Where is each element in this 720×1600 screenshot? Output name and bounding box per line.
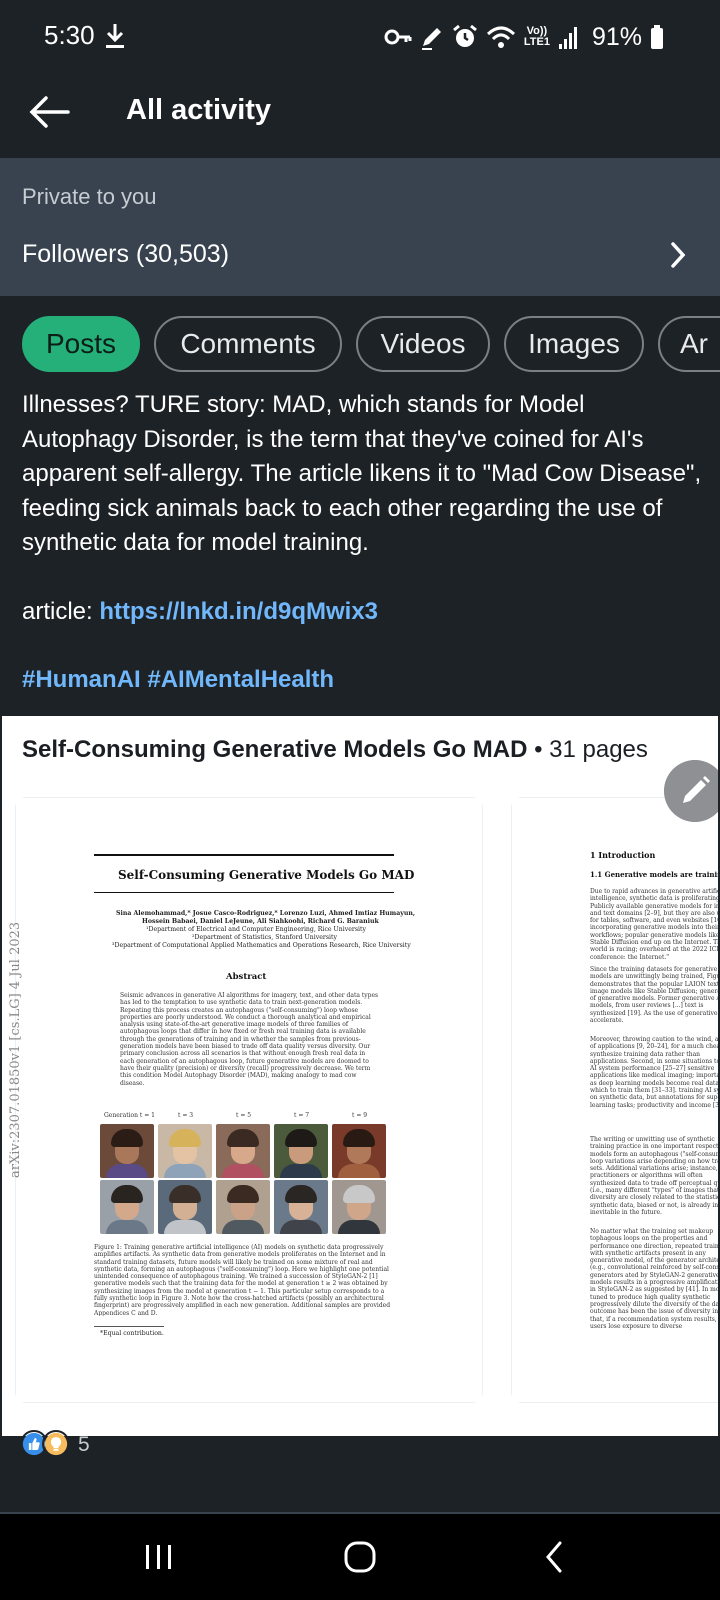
private-panel: Private to you Followers (30,503) [0, 158, 720, 296]
intro-paragraph-2: Since the training datasets for generati… [590, 966, 718, 1025]
battery-percent: 91% [591, 22, 642, 51]
intro-paragraph-5: No matter what the training set makeup t… [590, 1228, 718, 1330]
face-image [274, 1124, 328, 1178]
battery-icon [651, 25, 663, 49]
chip-posts[interactable]: Posts [22, 316, 140, 372]
followers-count: Followers (30,503) [22, 240, 230, 268]
post-body: Illnesses? TURE story: MAD, which stands… [22, 391, 702, 556]
intro-heading: 1 Introduction [590, 850, 656, 860]
pen-icon [421, 28, 441, 50]
system-nav-bar [0, 1514, 720, 1600]
face-image [158, 1180, 212, 1234]
chevron-right-icon [671, 242, 686, 268]
abstract-text: Seismic advances in generative AI algori… [120, 992, 379, 1087]
home-icon[interactable] [336, 1534, 386, 1580]
face-image [274, 1180, 328, 1234]
intro-paragraph-4: The writing or unwitting use of syntheti… [590, 1136, 718, 1216]
status-bar: 5:30 Vo)) LTE1 91% [0, 0, 720, 74]
face-image [332, 1124, 386, 1178]
face-image [216, 1180, 270, 1234]
article-link[interactable]: https://lnkd.in/d9qMwix3 [99, 598, 378, 625]
app-header: All activity [0, 74, 720, 158]
page-2-sheet: 1 Introduction 1.1 Generative models are… [512, 798, 718, 1402]
alarm-icon [452, 24, 477, 47]
signal-icon [558, 27, 577, 49]
intro-subheading: 1.1 Generative models are training on [590, 870, 718, 879]
document-page-1[interactable]: Self-Consuming Generative Models Go MAD … [8, 798, 482, 1402]
footnote: *Equal contribution. [100, 1330, 164, 1337]
footnote-rule [94, 1326, 164, 1327]
hashtags[interactable]: #HumanAI #AIMentalHealth [22, 666, 334, 694]
article-prefix: article: [22, 598, 100, 625]
gen-label-3: t = 3 [178, 1112, 194, 1119]
page-title: All activity [126, 94, 272, 126]
document-title: Self-Consuming Generative Models Go MAD [22, 736, 528, 763]
paper-affil-1: ¹Department of Electrical and Computer E… [146, 926, 366, 933]
face-image [216, 1124, 270, 1178]
abstract-heading: Abstract [226, 972, 267, 982]
gen-label-9: t = 9 [352, 1112, 368, 1119]
arxiv-identifier: arXiv:2307.01850v1 [cs.LG] 4 Jul 2023 [8, 921, 23, 1178]
chip-comments[interactable]: Comments [154, 316, 342, 372]
status-time: 5:30 [44, 20, 95, 50]
face-image [332, 1180, 386, 1234]
volte-indicator: Vo)) LTE1 [524, 26, 550, 48]
face-image [158, 1124, 212, 1178]
gen-label-7: t = 7 [294, 1112, 310, 1119]
download-icon [106, 24, 124, 48]
paper-affil-3: ³Department of Computational Applied Mat… [112, 942, 411, 949]
back-icon[interactable] [532, 1534, 582, 1580]
title-rule-top [94, 854, 394, 856]
key-icon [384, 29, 412, 45]
page-1-sheet: Self-Consuming Generative Models Go MAD … [8, 798, 482, 1402]
status-icons: Vo)) LTE1 91% [384, 22, 664, 52]
filter-chips: Posts Comments Videos Images Ar [0, 316, 720, 376]
private-label: Private to you [22, 184, 157, 209]
followers-row[interactable]: Followers (30,503) [0, 226, 720, 286]
face-image [100, 1180, 154, 1234]
document-page-count: • 31 pages [527, 736, 648, 763]
document-page-2[interactable]: 1 Introduction 1.1 Generative models are… [512, 798, 718, 1402]
intro-paragraph-1: Due to rapid advances in generative arti… [590, 888, 718, 961]
document-title-row: Self-Consuming Generative Models Go MAD … [22, 736, 648, 764]
gen-label-5: t = 5 [236, 1112, 252, 1119]
lte-label: LTE1 [523, 36, 550, 48]
back-arrow-icon[interactable] [28, 90, 72, 134]
chip-videos[interactable]: Videos [356, 316, 490, 372]
edit-pencil-icon[interactable] [664, 760, 718, 822]
reaction-count: 5 [78, 1433, 90, 1456]
article-line: article: https://lnkd.in/d9qMwix3 [22, 598, 378, 626]
document-card[interactable]: Self-Consuming Generative Models Go MAD … [2, 716, 718, 1436]
recent-apps-icon[interactable] [134, 1534, 184, 1580]
paper-title: Self-Consuming Generative Models Go MAD [118, 868, 415, 882]
chip-articles[interactable]: Ar [658, 316, 720, 372]
insightful-reaction-icon [42, 1430, 70, 1458]
title-rule-bottom [94, 892, 394, 893]
paper-authors-1: Sina Alemohammad,* Josue Casco-Rodriguez… [116, 910, 415, 917]
paper-authors-2: Hossein Babaei, Daniel LeJeune, Ali Siah… [142, 918, 379, 925]
gen-label-1: Generation t = 1 [104, 1112, 155, 1119]
chip-images[interactable]: Images [504, 316, 644, 372]
figure-caption: Figure 1: Training generative artificial… [94, 1244, 391, 1316]
paper-affil-2: ²Department of Statistics, Stanford Univ… [192, 934, 337, 941]
intro-paragraph-3: Moreover, throwing caution to the wind, … [590, 1036, 718, 1109]
wifi-icon [486, 26, 515, 48]
face-image [100, 1124, 154, 1178]
